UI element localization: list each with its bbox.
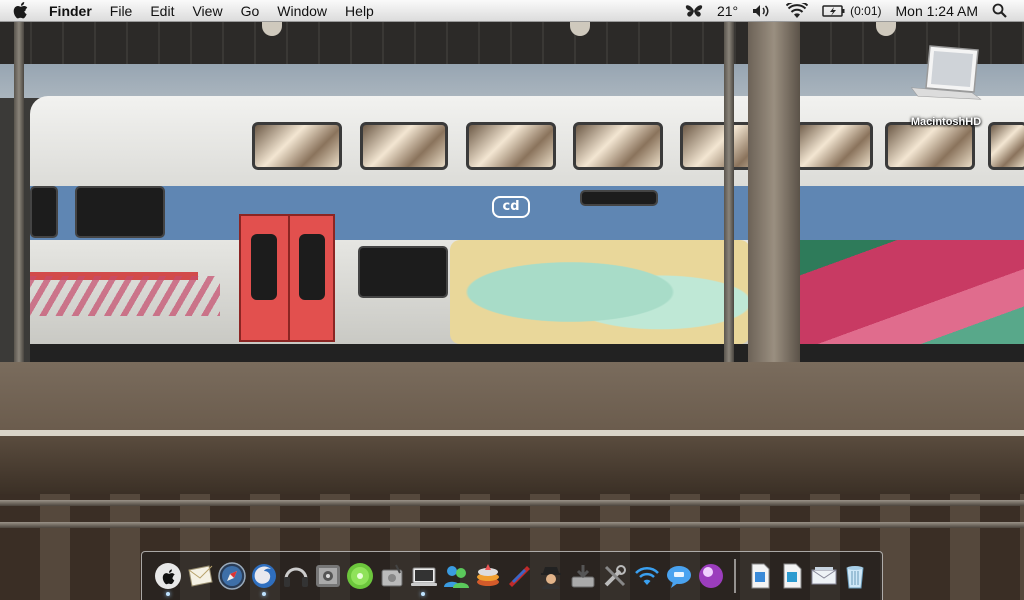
disk-utility-icon (381, 564, 403, 587)
running-indicator (166, 592, 170, 596)
green-disc-icon (346, 563, 373, 589)
menu-finder[interactable]: Finder (40, 0, 101, 22)
graffiti-train: cd (30, 96, 1024, 364)
dock-item-system-preferences[interactable] (314, 556, 343, 596)
menu-edit[interactable]: Edit (141, 0, 183, 22)
station-pillar (724, 20, 734, 370)
chat-bubble-icon (666, 566, 691, 588)
dock-item-mail[interactable] (186, 556, 215, 596)
dock-item-finder[interactable] (154, 556, 183, 596)
dock-item-utilities[interactable] (601, 556, 630, 596)
spy-agent-icon (541, 567, 562, 589)
mail-icon (188, 565, 213, 587)
running-indicator (421, 592, 426, 596)
laptop-screen-icon (410, 567, 437, 586)
running-indicator (261, 592, 266, 596)
menu-go[interactable]: Go (232, 0, 269, 22)
layers-stack-icon (476, 564, 499, 586)
menu-file[interactable]: File (101, 0, 142, 22)
butterfly-weather-icon[interactable] (678, 4, 710, 18)
menu-bar: Finder File Edit View Go Window Help 21°… (0, 0, 1024, 22)
laptop-drive-icon (910, 45, 982, 100)
dock-item-candy-bar[interactable] (505, 556, 534, 596)
magnifier-icon[interactable] (985, 3, 1014, 18)
messenger-people-icon (443, 566, 469, 588)
dock-item-laptop[interactable] (409, 556, 438, 596)
dock-item-firefox[interactable] (250, 556, 279, 596)
desktop-icon-label: MacintoshHD (910, 116, 982, 128)
dock-item-trash[interactable] (841, 556, 870, 596)
temperature-readout[interactable]: 21° (710, 0, 745, 22)
purple-ball-icon (698, 564, 723, 588)
dock-item-drive-download[interactable] (569, 556, 598, 596)
battery-charging-icon (822, 4, 845, 17)
document-alt-icon (783, 563, 802, 589)
station-sky-strip (0, 64, 1024, 98)
desktop-icon-macintoshhd[interactable]: MacintoshHD (902, 40, 990, 128)
battery-status[interactable]: (0:01) (815, 0, 888, 22)
trash-icon (846, 566, 865, 589)
dock (141, 551, 883, 600)
dock-item-document-alt[interactable] (777, 556, 806, 596)
battery-time: (0:01) (850, 3, 882, 18)
dock-separator (734, 559, 737, 593)
dock-item-chat[interactable] (665, 556, 694, 596)
station-pillar (748, 20, 800, 375)
dock-item-document[interactable] (745, 556, 774, 596)
dock-item-spy[interactable] (537, 556, 566, 596)
menu-clock[interactable]: Mon 1:24 AM (889, 0, 986, 22)
wifi-icon (635, 566, 659, 585)
station-roof (0, 20, 1024, 64)
finder-apple-icon (155, 563, 182, 589)
dock-item-disk-utility[interactable] (377, 556, 406, 596)
itunes-headphones-icon (284, 567, 309, 587)
dock-item-itunes[interactable] (282, 556, 311, 596)
dock-item-safari[interactable] (218, 556, 247, 596)
candy-bar-icon (509, 566, 531, 587)
wifi-icon[interactable] (779, 2, 815, 19)
dock-item-wifi[interactable] (633, 556, 662, 596)
menu-help[interactable]: Help (336, 0, 383, 22)
safari-compass-icon (218, 562, 247, 590)
station-pillar (14, 20, 24, 370)
desktop-wallpaper: cd (0, 0, 1024, 600)
dock-item-envelope-stack[interactable] (809, 556, 838, 596)
envelope-stack-icon (811, 567, 837, 585)
dock-item-purple-ball[interactable] (696, 556, 725, 596)
firefox-globe-icon (252, 564, 277, 588)
drive-download-icon (571, 565, 595, 588)
station-platform (0, 362, 1024, 434)
menu-view[interactable]: View (183, 0, 231, 22)
utilities-tools-icon (604, 565, 627, 587)
apple-icon[interactable] (0, 0, 40, 22)
system-preferences-icon (315, 565, 340, 587)
speaker-icon[interactable] (745, 4, 779, 18)
menu-window[interactable]: Window (268, 0, 336, 22)
dock-item-messenger[interactable] (441, 556, 470, 596)
dock-item-layers[interactable] (473, 556, 502, 596)
dock-item-green-disc[interactable] (345, 556, 374, 596)
document-icon (751, 563, 770, 589)
